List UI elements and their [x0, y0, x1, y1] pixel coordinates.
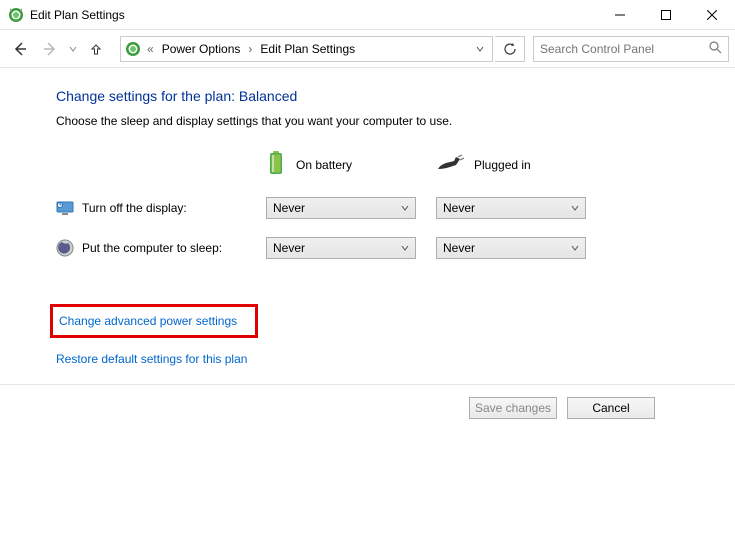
maximize-button[interactable] — [643, 0, 689, 29]
links-block: Change advanced power settings Restore d… — [56, 304, 735, 366]
plug-icon — [436, 153, 464, 176]
power-options-icon — [8, 7, 24, 23]
display-plugged-value: Never — [443, 201, 475, 215]
refresh-button[interactable] — [495, 36, 525, 62]
plugged-in-header: Plugged in — [436, 153, 606, 176]
chevron-down-icon — [571, 241, 579, 255]
page-description: Choose the sleep and display settings th… — [56, 114, 735, 128]
history-dropdown[interactable] — [66, 35, 80, 63]
sleep-battery-value: Never — [273, 241, 305, 255]
address-bar[interactable]: « Power Options › Edit Plan Settings — [120, 36, 493, 62]
breadcrumb-root-chevron[interactable]: « — [145, 42, 156, 56]
display-plugged-dropdown[interactable]: Never — [436, 197, 586, 219]
chevron-down-icon — [571, 201, 579, 215]
display-battery-dropdown[interactable]: Never — [266, 197, 416, 219]
search-input[interactable] — [540, 42, 709, 56]
save-changes-button[interactable]: Save changes — [469, 397, 557, 419]
sleep-plugged-value: Never — [443, 241, 475, 255]
plugged-in-label: Plugged in — [474, 158, 531, 172]
change-advanced-link[interactable]: Change advanced power settings — [50, 304, 258, 338]
up-button[interactable] — [82, 35, 110, 63]
search-box[interactable] — [533, 36, 729, 62]
display-battery-value: Never — [273, 201, 305, 215]
chevron-down-icon — [401, 201, 409, 215]
sleep-label: Put the computer to sleep: — [82, 241, 222, 255]
on-battery-label: On battery — [296, 158, 352, 172]
search-icon — [709, 41, 722, 57]
turn-off-display-row: Turn off the display: — [56, 199, 266, 217]
display-icon — [56, 199, 74, 217]
power-options-icon — [125, 41, 141, 57]
window-title: Edit Plan Settings — [30, 8, 597, 22]
chevron-right-icon: › — [246, 42, 254, 56]
battery-icon — [266, 150, 286, 179]
chevron-down-icon — [401, 241, 409, 255]
close-button[interactable] — [689, 0, 735, 29]
breadcrumb-edit-plan-settings[interactable]: Edit Plan Settings — [258, 42, 357, 56]
address-dropdown[interactable] — [472, 42, 488, 56]
forward-button[interactable] — [36, 35, 64, 63]
breadcrumb-power-options[interactable]: Power Options — [160, 42, 243, 56]
page-title: Change settings for the plan: Balanced — [56, 88, 735, 104]
title-bar: Edit Plan Settings — [0, 0, 735, 30]
footer-buttons: Save changes Cancel — [0, 397, 735, 419]
back-button[interactable] — [6, 35, 34, 63]
cancel-button[interactable]: Cancel — [567, 397, 655, 419]
window-controls — [597, 0, 735, 29]
minimize-button[interactable] — [597, 0, 643, 29]
restore-defaults-link[interactable]: Restore default settings for this plan — [56, 352, 735, 366]
content-area: Change settings for the plan: Balanced C… — [0, 68, 735, 366]
sleep-icon — [56, 239, 74, 257]
navigation-bar: « Power Options › Edit Plan Settings — [0, 30, 735, 68]
turn-off-display-label: Turn off the display: — [82, 201, 187, 215]
divider — [0, 384, 735, 385]
sleep-row: Put the computer to sleep: — [56, 239, 266, 257]
sleep-battery-dropdown[interactable]: Never — [266, 237, 416, 259]
settings-grid: On battery Plugged in Turn off the displ… — [56, 150, 735, 259]
sleep-plugged-dropdown[interactable]: Never — [436, 237, 586, 259]
on-battery-header: On battery — [266, 150, 436, 179]
